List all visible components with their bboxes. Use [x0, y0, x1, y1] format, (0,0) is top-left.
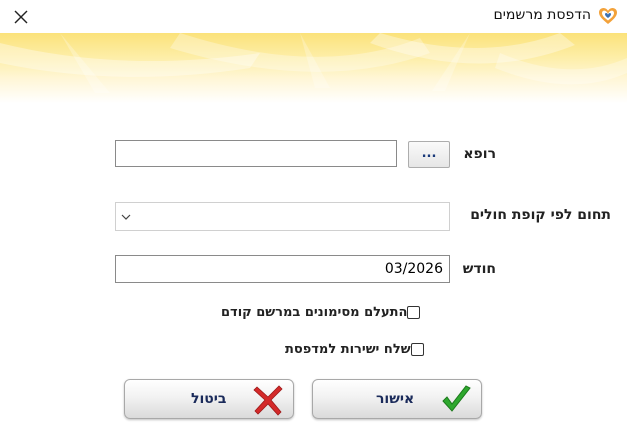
ignore-previous-checkbox[interactable] [407, 306, 421, 319]
cancel-label: ביטול [191, 391, 227, 407]
send-direct-label[interactable]: שלח ישירות למדפסת [285, 342, 411, 357]
decorative-banner [0, 33, 627, 103]
close-button[interactable] [0, 0, 42, 33]
browse-doctor-button[interactable]: ... [408, 141, 450, 168]
hmo-dropdown[interactable] [115, 202, 450, 231]
month-label: חודש [462, 261, 496, 277]
send-direct-option[interactable]: שלח ישירות למדפסת [285, 342, 424, 357]
doctor-field[interactable] [115, 140, 397, 167]
send-direct-checkbox[interactable] [410, 343, 424, 356]
ok-label: אישור [376, 391, 415, 407]
green-check-icon [442, 385, 471, 412]
red-x-icon [253, 385, 283, 416]
doctor-label: רופא [463, 146, 496, 162]
cancel-button[interactable]: ביטול [124, 379, 294, 419]
heart-logo-icon [599, 8, 617, 24]
ignore-previous-label[interactable]: התעלם מסימונים במרשם קודם [221, 305, 407, 320]
window-title: הדפסת מרשמים [493, 7, 591, 23]
month-field[interactable]: 03/2026 [115, 255, 450, 283]
ignore-previous-option[interactable]: התעלם מסימונים במרשם קודם [221, 305, 421, 320]
title-bar: הדפסת מרשמים [0, 0, 627, 34]
print-prescriptions-dialog: הדפסת מרשמים רופא ... תחום לפי קופת חולי… [0, 0, 627, 432]
banner-rays [0, 33, 627, 93]
chevron-down-icon[interactable] [120, 211, 132, 223]
ok-button[interactable]: אישור [312, 379, 482, 419]
close-icon[interactable] [14, 10, 28, 24]
hmo-label: תחום לפי קופת חולים [470, 207, 611, 223]
